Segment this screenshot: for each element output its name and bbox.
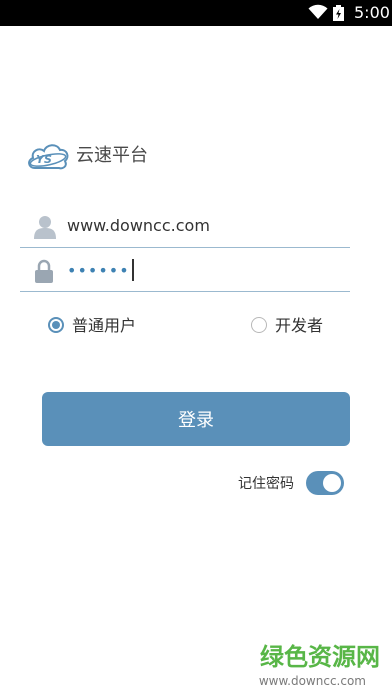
status-bar: 5:00	[0, 0, 392, 26]
radio-unselected-icon	[251, 317, 267, 333]
password-field[interactable]: ••••••	[20, 250, 350, 292]
battery-icon	[333, 5, 344, 25]
toggle-knob	[323, 474, 341, 492]
radio-developer[interactable]: 开发者	[251, 314, 341, 338]
radio-developer-label: 开发者	[275, 316, 324, 335]
login-button[interactable]: 登录	[42, 392, 350, 446]
watermark: 绿色资源网 www.downcc.com	[250, 642, 380, 692]
password-underline	[20, 291, 350, 292]
app-title: 云速平台	[76, 145, 148, 166]
logo-text: YS	[36, 153, 52, 166]
text-caret	[131, 259, 134, 281]
password-input[interactable]: ••••••	[67, 259, 134, 282]
username-field[interactable]: www.downcc.com	[20, 206, 350, 248]
password-dots: ••••••	[67, 261, 130, 280]
radio-normal-user[interactable]: 普通用户	[48, 314, 148, 338]
user-icon	[34, 215, 56, 243]
username-underline	[20, 247, 350, 248]
remember-password-label: 记住密码	[238, 476, 294, 492]
wifi-icon	[308, 4, 328, 24]
username-input[interactable]: www.downcc.com	[67, 215, 210, 237]
radio-normal-user-label: 普通用户	[72, 316, 137, 335]
lock-icon	[34, 259, 54, 287]
remember-password-toggle[interactable]	[306, 471, 344, 495]
status-time: 5:00	[354, 3, 390, 22]
cloud-logo-icon: YS	[26, 138, 70, 178]
watermark-title: 绿色资源网	[260, 643, 380, 671]
radio-selected-icon	[48, 317, 64, 333]
watermark-url: www.downcc.com	[258, 674, 366, 688]
